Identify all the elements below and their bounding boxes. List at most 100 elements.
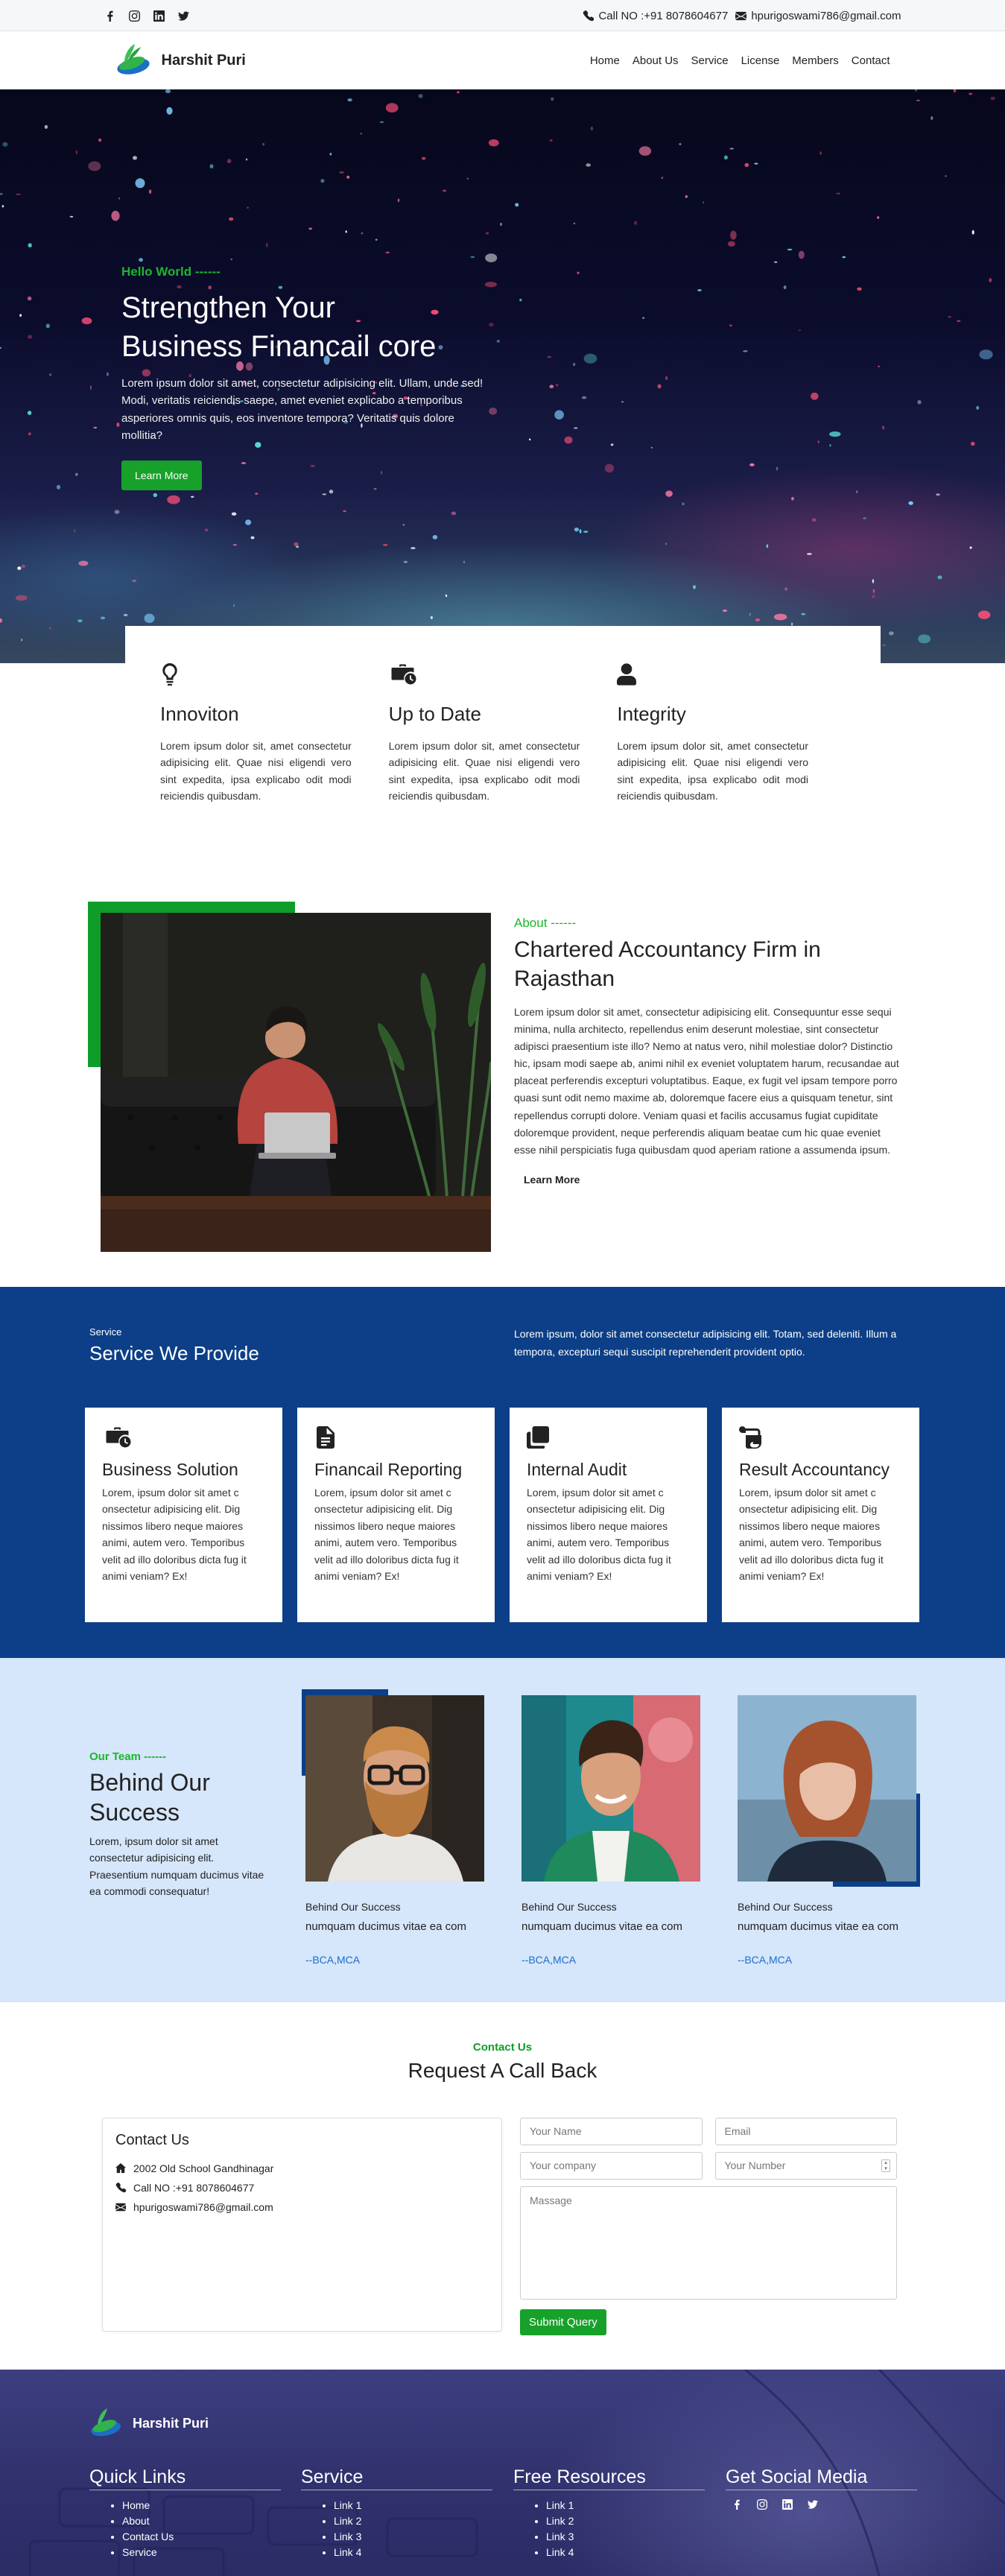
twitter-icon[interactable] xyxy=(808,2499,818,2510)
company-input[interactable]: Your company xyxy=(520,2152,703,2180)
submit-query-button[interactable]: Submit Query xyxy=(520,2309,606,2335)
team-text: Lorem, ipsum dolor sit amet consectetur … xyxy=(89,1835,264,1898)
rain-droplet xyxy=(586,163,592,167)
name-input[interactable]: Your Name xyxy=(520,2118,703,2145)
document-icon xyxy=(314,1426,337,1449)
phone-icon xyxy=(583,10,594,22)
rain-droplet xyxy=(445,594,448,598)
twitter-icon[interactable] xyxy=(178,10,189,22)
team-member-card[interactable]: Behind Our Success numquam ducimus vitae… xyxy=(305,1695,484,1966)
team-member-card[interactable]: Behind Our Success numquam ducimus vitae… xyxy=(738,1695,916,1966)
topbar-email[interactable]: hpurigoswami786@gmail.com xyxy=(735,10,901,22)
rain-droplet xyxy=(682,502,685,506)
rain-droplet xyxy=(773,613,787,621)
rain-droplet xyxy=(28,335,33,339)
rain-droplet xyxy=(581,396,587,399)
footer-link[interactable]: Link 1 xyxy=(546,2499,705,2511)
rain-droplet xyxy=(807,553,812,555)
number-placeholder: Your Number xyxy=(724,2159,786,2171)
rain-droplet xyxy=(754,162,758,165)
instagram-icon[interactable] xyxy=(757,2499,767,2510)
footer-link[interactable]: Link 4 xyxy=(334,2546,492,2558)
rain-droplet xyxy=(361,232,364,235)
rain-droplet xyxy=(339,171,344,174)
nav-about[interactable]: About Us xyxy=(633,54,679,67)
instagram-icon[interactable] xyxy=(129,10,140,22)
contact-section: Contact Us Request A Call Back Contact U… xyxy=(0,2002,1005,2370)
rain-droplet xyxy=(250,536,255,539)
service-card[interactable]: Internal Audit Lorem, ipsum dolor sit am… xyxy=(510,1408,707,1622)
hero-learn-more-button[interactable]: Learn More xyxy=(121,461,202,490)
nav-service[interactable]: Service xyxy=(691,54,729,67)
footer-link[interactable]: About xyxy=(122,2515,281,2527)
hero-eyebrow: Hello World ------ xyxy=(121,265,221,279)
nav-home[interactable]: Home xyxy=(590,54,620,67)
service-card[interactable]: Financail Reporting Lorem, ipsum dolor s… xyxy=(297,1408,495,1622)
footer-link[interactable]: Link 3 xyxy=(546,2531,705,2542)
rain-droplet xyxy=(123,613,128,617)
footer-link[interactable]: Link 4 xyxy=(546,2546,705,2558)
team-member-card[interactable]: Behind Our Success numquam ducimus vitae… xyxy=(521,1695,700,1966)
footer-link[interactable]: Home xyxy=(122,2499,281,2511)
service-title: Internal Audit xyxy=(527,1460,627,1479)
rain-droplet xyxy=(776,466,779,471)
scroll-icon xyxy=(739,1426,761,1449)
rain-droplet xyxy=(231,512,237,516)
footer-link[interactable]: Link 1 xyxy=(334,2499,492,2511)
footer-brand[interactable]: Harshit Puri xyxy=(89,2407,209,2440)
main-menu: Home About Us Service License Members Co… xyxy=(590,54,890,67)
service-card[interactable]: Result Accountancy Lorem, ipsum dolor si… xyxy=(722,1408,919,1622)
rain-droplet xyxy=(93,426,98,429)
hero-title-line1: Strengthen Your xyxy=(121,291,335,324)
rain-droplet xyxy=(819,151,822,155)
nav-contact[interactable]: Contact xyxy=(852,54,890,67)
footer-link[interactable]: Contact Us xyxy=(122,2531,281,2542)
contact-title: Request A Call Back xyxy=(408,2059,597,2082)
service-card[interactable]: Business Solution Lorem, ipsum dolor sit… xyxy=(85,1408,282,1622)
rain-droplet xyxy=(564,436,573,444)
service-text: Lorem, ipsum dolor sit amet c onsectetur… xyxy=(314,1487,459,1582)
facebook-icon[interactable] xyxy=(104,10,115,22)
email-input[interactable]: Email xyxy=(714,2118,897,2145)
rain-droplet xyxy=(665,376,668,380)
brand-logo[interactable]: Harshit Puri xyxy=(115,42,246,78)
footer-link[interactable]: Link 2 xyxy=(546,2515,705,2527)
number-spinner-icon[interactable]: ▴ ▾ xyxy=(881,2159,890,2172)
rain-droplet xyxy=(610,443,614,446)
rain-droplet xyxy=(132,579,137,583)
briefcase-clock-icon xyxy=(102,1426,135,1449)
contact-email[interactable]: hpurigoswami786@gmail.com xyxy=(115,2201,489,2213)
about-title: Chartered Accountancy Firm in Rajasthan xyxy=(514,937,821,991)
facebook-icon[interactable] xyxy=(732,2499,742,2510)
nav-members[interactable]: Members xyxy=(792,54,839,67)
rain-droplet xyxy=(265,242,268,247)
rain-droplet xyxy=(229,217,234,221)
message-textarea[interactable]: Massage xyxy=(520,2186,897,2300)
footer-col-title: Service xyxy=(301,2466,492,2490)
about-learn-more-link[interactable]: Learn More xyxy=(514,1174,901,1186)
rain-droplet xyxy=(889,631,894,636)
rain-droplet xyxy=(665,542,668,545)
member-desc: numquam ducimus vitae ea com xyxy=(738,1920,898,1933)
feature-text: Lorem ipsum dolor sit, amet consectetur … xyxy=(388,740,580,803)
rain-droplet xyxy=(88,161,101,171)
rain-droplet xyxy=(977,610,991,619)
member-desc: numquam ducimus vitae ea com xyxy=(305,1920,466,1933)
rain-droplet xyxy=(111,210,120,221)
footer-link[interactable]: Link 3 xyxy=(334,2531,492,2542)
rain-droplet xyxy=(931,116,933,120)
footer-link[interactable]: Service xyxy=(122,2546,281,2558)
rain-droplet xyxy=(166,107,173,115)
rain-droplet xyxy=(990,96,995,101)
services-section: Service Service We Provide Lorem ipsum, … xyxy=(0,1287,1005,1658)
rain-droplet xyxy=(382,544,388,546)
feature-title: Innoviton xyxy=(160,703,239,725)
nav-license[interactable]: License xyxy=(741,54,780,67)
rain-droplet xyxy=(650,446,653,449)
linkedin-icon[interactable] xyxy=(782,2499,793,2510)
linkedin-icon[interactable] xyxy=(153,10,165,22)
footer-link[interactable]: Link 2 xyxy=(334,2515,492,2527)
rain-droplet xyxy=(191,496,194,498)
number-input[interactable]: Your Number ▴ ▾ xyxy=(714,2152,897,2180)
rain-droplet xyxy=(976,405,980,410)
